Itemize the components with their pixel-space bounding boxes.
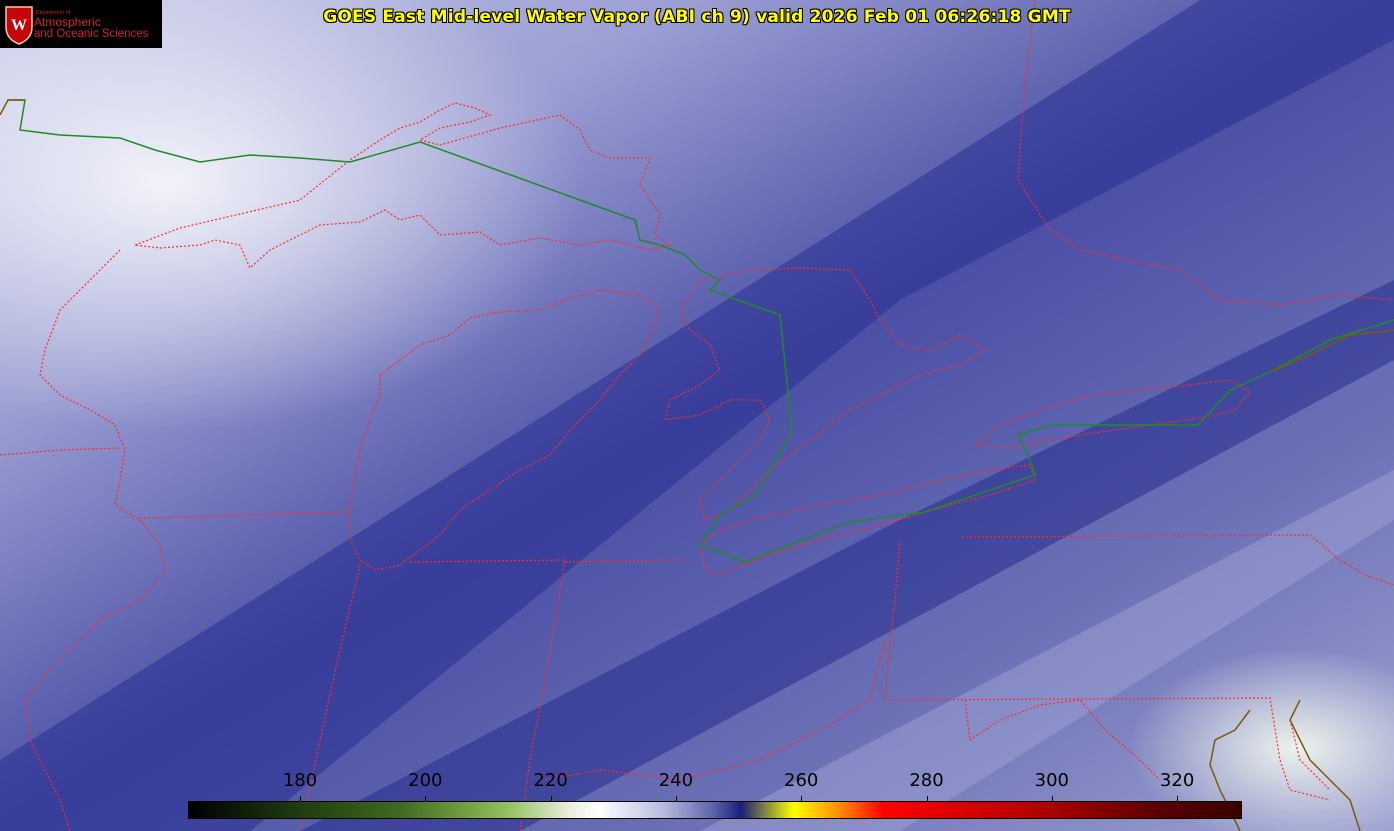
- cloud-southeast: [0, 0, 1394, 831]
- colorbar-tick-label: 200: [408, 770, 443, 791]
- colorbar: [188, 801, 1242, 819]
- colorbar-tick-label: 320: [1159, 770, 1195, 791]
- logo-line2: and Oceanic Sciences: [34, 28, 149, 40]
- image-title: GOES East Mid-level Water Vapor (ABI ch …: [0, 7, 1394, 27]
- colorbar-tick-label: 180: [282, 770, 318, 791]
- water-vapor-map: [0, 0, 1394, 831]
- image-title-text: GOES East Mid-level Water Vapor (ABI ch …: [323, 7, 1071, 27]
- colorbar-tick-label: 220: [533, 770, 568, 791]
- colorbar-tick-label: 240: [658, 770, 694, 791]
- colorbar-tick-label: 280: [909, 770, 944, 791]
- satellite-map-view: W Department of Atmospheric and Oceanic …: [0, 0, 1394, 831]
- colorbar-tick-label: 260: [784, 770, 819, 791]
- colorbar-tick-label: 300: [1034, 770, 1069, 791]
